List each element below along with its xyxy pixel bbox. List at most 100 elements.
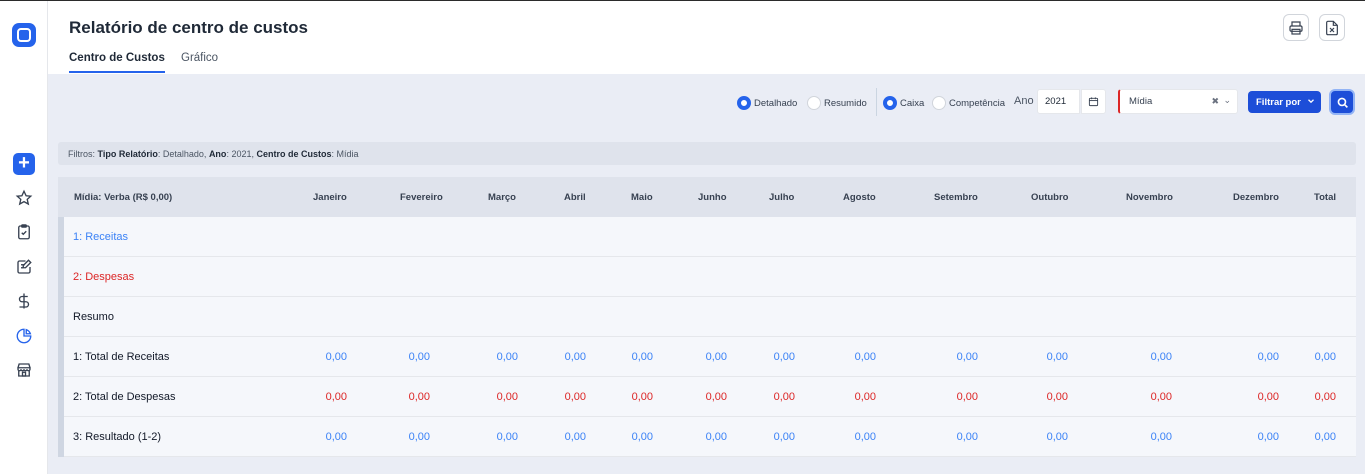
table-cell: 0,00 — [854, 351, 876, 363]
column-header-centro: Mídia: Verba (R$ 0,00) — [74, 192, 173, 203]
table-cell: 0,00 — [773, 351, 795, 363]
radio-detalhado[interactable]: Detalhado — [737, 96, 797, 110]
sidebar: + — [0, 1, 48, 474]
table-cell: 0,00 — [1257, 351, 1279, 363]
chevron-down-icon: ⌄ — [1223, 95, 1231, 105]
star-icon[interactable] — [14, 188, 34, 208]
radio-selected-icon — [883, 96, 897, 110]
table-cell: 0,00 — [956, 351, 978, 363]
page-title: Relatório de centro de custos — [69, 18, 308, 37]
table-row: 3: Resultado (1-2) 0,00 0,00 0,00 0,00 0,00 0,… — [58, 417, 1356, 457]
table-cell: 0,00 — [705, 351, 727, 363]
table-cell: 0,00 — [631, 431, 653, 443]
radio-unselected-icon — [932, 96, 946, 110]
row-label[interactable]: 1: Receitas — [73, 231, 128, 243]
table-cell: 0,00 — [1314, 391, 1336, 403]
clear-icon[interactable]: ✖ — [1211, 96, 1219, 107]
row-label: 1: Total de Receitas — [73, 351, 170, 363]
row-label: 3: Resultado (1-2) — [73, 431, 162, 443]
table-cell: 0,00 — [1150, 391, 1172, 403]
table-cell: 0,00 — [1150, 351, 1172, 363]
calendar-icon — [1088, 97, 1099, 107]
row-indicator — [58, 297, 64, 337]
row-label: 2: Total de Despesas — [73, 391, 176, 403]
tab-centro-de-custos[interactable]: Centro de Custos — [69, 52, 165, 73]
radio-selected-icon — [737, 96, 751, 110]
table-cell: 0,00 — [496, 431, 518, 443]
table-cell: 0,00 — [956, 391, 978, 403]
ano-label: Ano — [1014, 95, 1034, 107]
cost-center-select[interactable]: Mídia ✖ ⌄ — [1118, 89, 1238, 114]
table-row: Resumo — [58, 297, 1356, 337]
tab-grafico[interactable]: Gráfico — [181, 52, 218, 64]
table-row: 1: Total de Receitas 0,00 0,00 0,00 0,00 0,00… — [58, 337, 1356, 377]
table-cell: 0,00 — [1314, 351, 1336, 363]
table-cell: 0,00 — [773, 431, 795, 443]
column-header-month: Outubro — [1031, 192, 1069, 203]
divider — [876, 88, 877, 116]
radio-caixa[interactable]: Caixa — [883, 96, 924, 110]
table-cell: 0,00 — [564, 391, 586, 403]
table-cell: 0,00 — [705, 391, 727, 403]
table-cell: 0,00 — [408, 391, 430, 403]
printer-icon — [1289, 20, 1303, 35]
table-cell: 0,00 — [705, 431, 727, 443]
active-filters-bar: Filtros: Tipo Relatório: Detalhado, Ano:… — [58, 142, 1356, 165]
dollar-icon[interactable] — [14, 291, 34, 311]
column-header-total: Total — [1314, 192, 1336, 203]
table-cell: 0,00 — [854, 431, 876, 443]
table-row[interactable]: 1: Receitas — [58, 217, 1356, 257]
table-cell: 0,00 — [1046, 431, 1068, 443]
row-label: Resumo — [73, 311, 114, 323]
calendar-button[interactable] — [1081, 89, 1106, 114]
filter-by-button[interactable]: Filtrar por — [1248, 91, 1321, 113]
radio-competencia[interactable]: Competência — [932, 96, 1005, 110]
table-cell: 0,00 — [854, 391, 876, 403]
row-indicator — [58, 217, 64, 257]
table-cell: 0,00 — [408, 351, 430, 363]
search-button[interactable] — [1329, 89, 1355, 115]
export-excel-button[interactable] — [1319, 14, 1345, 41]
table-header: Mídia: Verba (R$ 0,00) Janeiro Fevereiro… — [58, 177, 1356, 217]
table-cell: 0,00 — [631, 351, 653, 363]
table-cell: 0,00 — [496, 351, 518, 363]
row-label[interactable]: 2: Despesas — [73, 271, 134, 283]
print-button[interactable] — [1283, 14, 1309, 41]
column-header-month: Março — [488, 192, 516, 203]
table-cell: 0,00 — [956, 431, 978, 443]
clipboard-check-icon[interactable] — [14, 222, 34, 242]
add-icon[interactable]: + — [13, 153, 35, 175]
table-cell: 0,00 — [325, 351, 347, 363]
table-cell: 0,00 — [1314, 431, 1336, 443]
top-border — [0, 0, 1365, 1]
table-cell: 0,00 — [564, 351, 586, 363]
column-header-month: Maio — [631, 192, 653, 203]
table-cell: 0,00 — [564, 431, 586, 443]
radio-unselected-icon — [807, 96, 821, 110]
column-header-month: Dezembro — [1233, 192, 1279, 203]
table-cell: 0,00 — [1257, 431, 1279, 443]
column-header-month: Junho — [698, 192, 727, 203]
column-header-month: Fevereiro — [400, 192, 443, 203]
table-cell: 0,00 — [1046, 351, 1068, 363]
table-cell: 0,00 — [325, 391, 347, 403]
year-input[interactable]: 2021 — [1037, 89, 1080, 114]
app-logo-icon[interactable] — [12, 23, 36, 47]
table-cell: 0,00 — [325, 431, 347, 443]
radio-resumido[interactable]: Resumido — [807, 96, 867, 110]
store-icon[interactable] — [14, 360, 34, 380]
table-row: 2: Total de Despesas 0,00 0,00 0,00 0,00 0,00… — [58, 377, 1356, 417]
table-row[interactable]: 2: Despesas — [58, 257, 1356, 297]
excel-file-icon — [1326, 20, 1338, 35]
table-cell: 0,00 — [1257, 391, 1279, 403]
row-indicator — [58, 257, 64, 297]
table-cell: 0,00 — [631, 391, 653, 403]
edit-document-icon[interactable] — [14, 257, 34, 277]
search-icon — [1337, 97, 1348, 108]
table-cell: 0,00 — [1046, 391, 1068, 403]
table-cell: 0,00 — [408, 431, 430, 443]
chevron-down-icon — [1307, 99, 1314, 104]
column-header-month: Novembro — [1126, 192, 1173, 203]
pie-chart-icon[interactable] — [14, 326, 34, 346]
table-cell: 0,00 — [773, 391, 795, 403]
